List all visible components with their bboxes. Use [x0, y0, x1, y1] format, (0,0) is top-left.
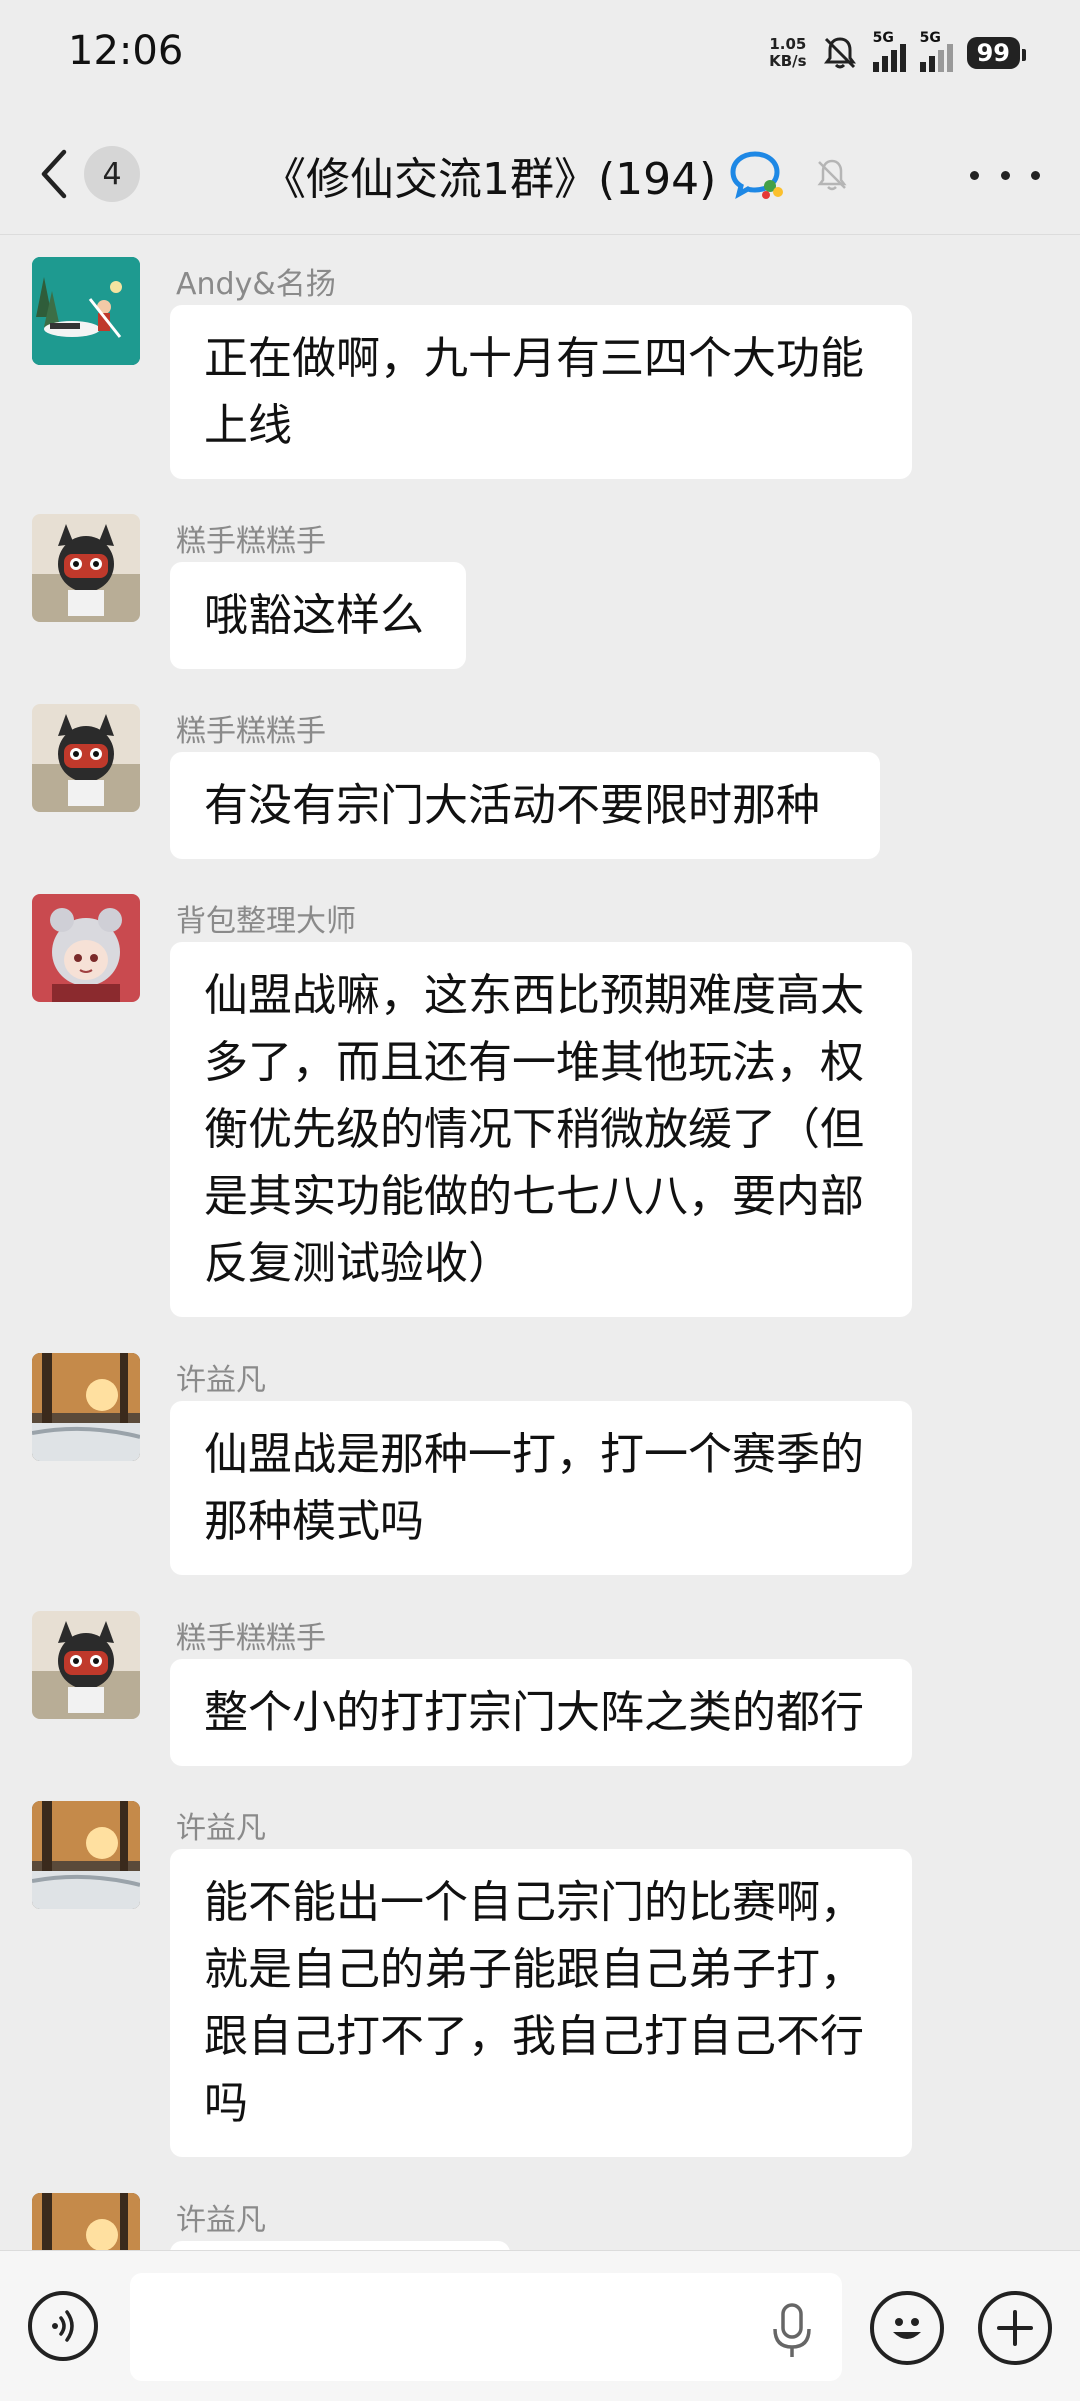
back-chevron-icon — [41, 149, 67, 199]
status-bar: 12:06 1.05 KB/s 5G 5G 99 — [0, 0, 1080, 110]
sender-name: 糕手糕糕手 — [176, 524, 326, 559]
unread-count-badge: 4 — [84, 146, 140, 202]
signal-2-icon: 5G — [919, 30, 953, 72]
avatar[interactable] — [32, 704, 140, 812]
avatar-image-icon — [32, 894, 140, 1002]
input-bar — [0, 2250, 1080, 2401]
back-button[interactable]: 4 — [38, 144, 148, 204]
message-list[interactable]: Andy&名扬 正在做啊，九十月有三四个大功能上线 糕手糕糕手 哦豁这样么 糕手… — [0, 235, 1080, 2250]
message-bubble[interactable]: 整个小的打打宗门大阵之类的都行 — [170, 1659, 912, 1766]
avatar[interactable] — [32, 2193, 140, 2250]
signal-1-icon: 5G — [872, 30, 906, 72]
more-functions-button[interactable] — [978, 2291, 1052, 2365]
network-speed-value: 1.05 — [769, 35, 807, 53]
more-dot — [970, 170, 979, 180]
network-speed-unit: KB/s — [769, 52, 807, 70]
more-dot — [1031, 170, 1040, 180]
emoji-icon — [893, 2318, 921, 2339]
sender-name: 许益凡 — [176, 2203, 266, 2238]
sender-name: 背包整理大师 — [176, 904, 356, 939]
avatar-image-icon — [32, 1801, 140, 1909]
avatar-image-icon — [32, 1353, 140, 1461]
avatar-image-icon — [32, 1611, 140, 1719]
avatar-image-icon — [32, 2193, 140, 2250]
avatar-image-icon — [32, 257, 140, 365]
mute-notification-icon — [823, 37, 856, 69]
avatar[interactable] — [32, 514, 140, 622]
avatar[interactable] — [32, 1801, 140, 1909]
plus-icon — [997, 2310, 1033, 2346]
status-time: 12:06 — [68, 28, 184, 74]
battery-indicator: 99 — [966, 37, 1027, 69]
chat-header: 4 《修仙交流1群》(194) — [0, 110, 1080, 235]
mute-bell-icon — [817, 159, 847, 191]
message-bubble[interactable]: 哦豁这样么 — [170, 562, 466, 669]
network-speed: 1.05 KB/s — [769, 36, 806, 70]
message-bubble[interactable] — [170, 2241, 510, 2250]
voice-icon — [52, 2310, 74, 2342]
sender-name: 糕手糕糕手 — [176, 1621, 326, 1656]
avatar-image-icon — [32, 704, 140, 812]
emoji-button[interactable] — [870, 2291, 944, 2365]
message-bubble[interactable]: 正在做啊，九十月有三四个大功能上线 — [170, 305, 912, 479]
group-chat-icon — [730, 151, 784, 199]
sender-name: 糕手糕糕手 — [176, 714, 326, 749]
mic-icon[interactable] — [770, 2303, 814, 2359]
more-options-button[interactable] — [970, 150, 1040, 200]
chat-title-area[interactable]: 《修仙交流1群》(194) — [262, 140, 852, 210]
sender-name: 许益凡 — [176, 1363, 266, 1398]
message-bubble[interactable]: 仙盟战是那种一打，打一个赛季的那种模式吗 — [170, 1401, 912, 1575]
voice-button[interactable] — [28, 2291, 98, 2361]
avatar[interactable] — [32, 1353, 140, 1461]
sender-name: 许益凡 — [176, 1811, 266, 1846]
message-bubble[interactable]: 仙盟战嘛，这东西比预期难度高太多了，而且还有一堆其他玩法，权衡优先级的情况下稍微… — [170, 942, 912, 1317]
avatar[interactable] — [32, 894, 140, 1002]
status-indicators: 1.05 KB/s 5G 5G 99 — [769, 28, 1027, 78]
more-dot — [1000, 170, 1010, 180]
signal-1-label: 5G — [872, 30, 894, 46]
chat-title: 《修仙交流1群》(194) — [262, 154, 717, 205]
avatar[interactable] — [32, 1611, 140, 1719]
sender-name: Andy&名扬 — [176, 267, 336, 302]
message-bubble[interactable]: 有没有宗门大活动不要限时那种 — [170, 752, 880, 859]
signal-2-label: 5G — [919, 30, 941, 46]
message-bubble[interactable]: 能不能出一个自己宗门的比赛啊，就是自己的弟子能跟自己弟子打，跟自己打不了，我自己… — [170, 1849, 912, 2157]
avatar[interactable] — [32, 257, 140, 365]
avatar-image-icon — [32, 514, 140, 622]
message-input[interactable] — [130, 2273, 842, 2381]
